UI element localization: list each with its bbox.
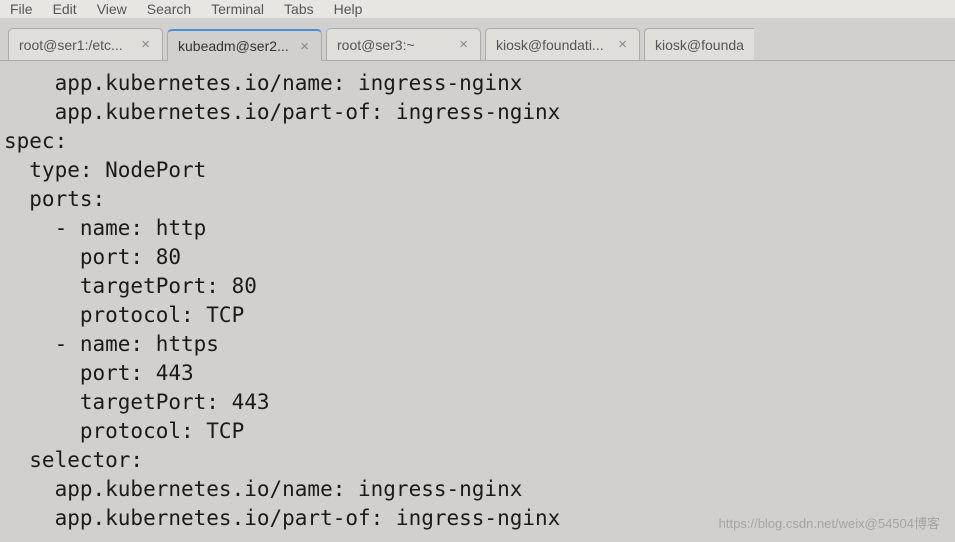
menubar: File Edit View Search Terminal Tabs Help [0, 0, 955, 18]
menu-view[interactable]: View [97, 1, 127, 17]
tab-4[interactable]: kiosk@founda [644, 28, 754, 60]
tab-label: root@ser1:/etc... [19, 37, 131, 53]
tab-3[interactable]: kiosk@foundati... × [485, 28, 640, 60]
close-icon[interactable]: × [139, 36, 152, 53]
tab-2[interactable]: root@ser3:~ × [326, 28, 481, 60]
menu-tabs[interactable]: Tabs [284, 1, 314, 17]
menu-file[interactable]: File [10, 1, 33, 17]
tabbar: root@ser1:/etc... × kubeadm@ser2... × ro… [0, 18, 955, 60]
tab-1[interactable]: kubeadm@ser2... × [167, 29, 322, 61]
close-icon[interactable]: × [457, 36, 470, 53]
tab-label: kiosk@founda [655, 37, 744, 53]
menu-edit[interactable]: Edit [53, 1, 77, 17]
tab-label: kiosk@foundati... [496, 37, 608, 53]
close-icon[interactable]: × [298, 38, 311, 55]
tab-label: root@ser3:~ [337, 37, 449, 53]
menu-search[interactable]: Search [147, 1, 191, 17]
tab-0[interactable]: root@ser1:/etc... × [8, 28, 163, 60]
close-icon[interactable]: × [616, 36, 629, 53]
menu-terminal[interactable]: Terminal [211, 1, 264, 17]
tab-label: kubeadm@ser2... [178, 38, 290, 54]
terminal-output[interactable]: app.kubernetes.io/name: ingress-nginx ap… [0, 60, 955, 542]
watermark: https://blog.csdn.net/weix@54504博客 [719, 513, 940, 532]
menu-help[interactable]: Help [334, 1, 363, 17]
